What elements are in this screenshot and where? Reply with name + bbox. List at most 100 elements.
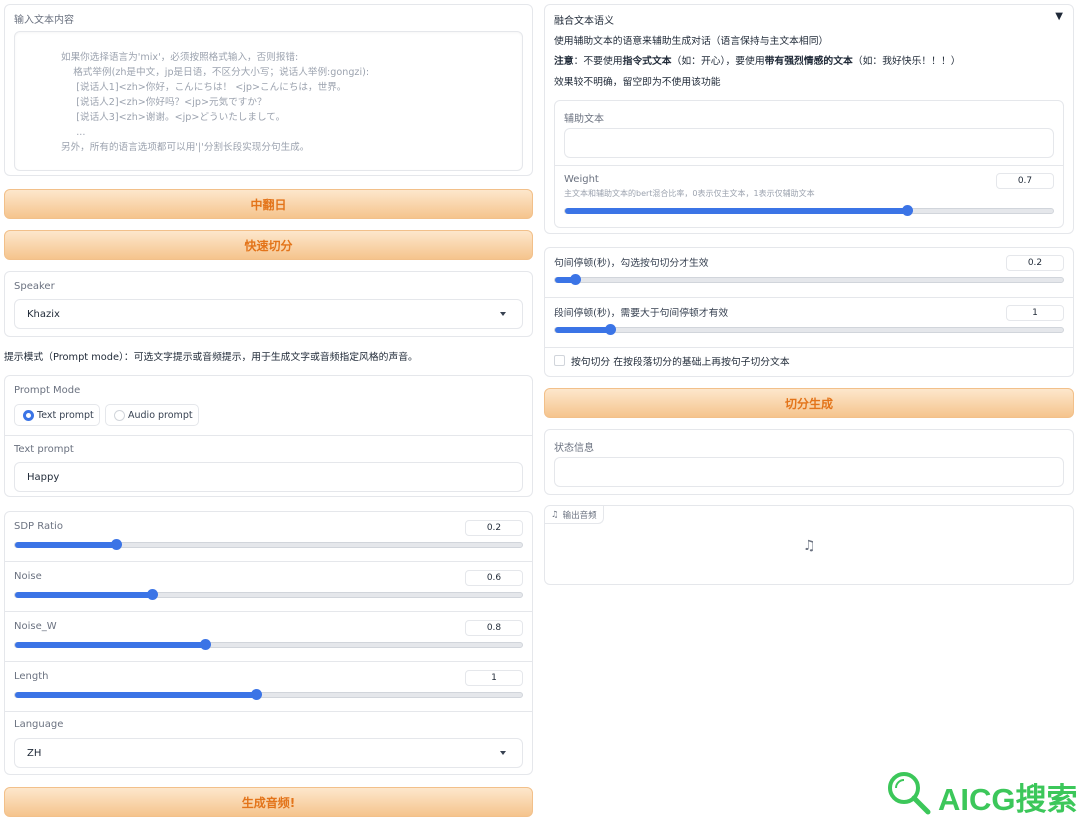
radio-unselected-icon [114,410,125,421]
aux-inner-block: 辅助文本 Weight 主文本和辅助文本的bert混合比率，0表示仅主文本，1表… [554,100,1064,228]
status-output [554,457,1064,487]
translate-button[interactable]: 中翻日 [4,189,533,219]
para-pause-thumb[interactable] [604,324,616,335]
status-label: 状态信息 [554,443,594,454]
speaker-value: Khazix [27,309,60,320]
split-generate-button[interactable]: 切分生成 [544,388,1074,418]
radio-audio-prompt-label: Audio prompt [128,409,193,421]
slider-fill [15,642,206,648]
input-text-area[interactable]: 如果你选择语言为'mix'，必须按照格式输入，否则报错: 格式举例(zh是中文，… [14,31,523,171]
placeholder-line: 格式举例(zh是中文，jp是日语，不区分大小写；说话人举例:gongzi): [61,67,370,78]
language-value: ZH [27,748,42,759]
weight-slider-thumb[interactable] [901,205,913,216]
input-text-label: 输入文本内容 [14,15,74,26]
quick-split-button[interactable]: 快速切分 [4,230,533,260]
para-pause-number[interactable]: 1 [1006,305,1064,321]
divider [5,661,532,662]
split-sentence-checkbox[interactable] [554,355,565,366]
input-text-placeholder: 如果你选择语言为'mix'，必须按照格式输入，否则报错: 格式举例(zh是中文，… [61,50,369,155]
fusion-accordion: 融合文本语义 ▼ 使用辅助文本的语意来辅助生成对话（语言保持与主文本相同） 注意… [544,4,1074,234]
slider-number[interactable]: 1 [465,670,523,686]
chevron-down-icon [500,312,506,316]
para-pause-fill [555,327,610,333]
para-pause-label: 段间停顿(秒)，需要大于句间停顿才有效 [554,308,729,319]
sentence-pause-thumb[interactable] [570,274,582,285]
watermark-text: AICG搜索 [938,782,1078,817]
slider-thumb[interactable] [146,589,158,600]
language-label: Language [14,719,64,730]
aux-text-input[interactable] [564,128,1054,158]
music-note-icon: ♫ [551,509,559,520]
placeholder-line: 另外，所有的语言选项都可以用'|'分割长段实现分句生成。 [61,142,310,153]
accordion-toggle-icon[interactable]: ▼ [1055,11,1063,22]
sentence-pause-slider[interactable] [554,274,1064,285]
watermark-logo: AICG搜索 [884,766,1078,822]
desc-text: （如：我好快乐！！！） [852,56,961,67]
slider-thumb[interactable] [111,539,123,550]
slider-thumb[interactable] [250,689,262,700]
slider-number[interactable]: 0.6 [465,570,523,586]
divider [5,611,532,612]
text-prompt-input[interactable]: Happy [14,462,523,492]
slider-label: SDP Ratio [14,521,63,532]
aux-text-label: 辅助文本 [564,114,604,125]
sentence-pause-number[interactable]: 0.2 [1006,255,1064,271]
chevron-down-icon [500,751,506,755]
speaker-dropdown[interactable]: Khazix [14,299,523,329]
slider-track[interactable] [14,639,523,650]
slider-track[interactable] [14,689,523,700]
radio-text-prompt[interactable]: Text prompt [14,404,100,426]
weight-number[interactable]: 0.7 [996,173,1054,189]
slider-thumb[interactable] [200,639,212,650]
prompt-mode-hint: 提示模式（Prompt mode）：可选文字提示或音频提示，用于生成文字或音频指… [4,352,418,363]
desc-line-2: 注意：不要使用指令式文本（如：开心），要使用带有强烈情感的文本（如：我好快乐！！… [554,53,961,67]
prompt-mode-block: Prompt Mode Text prompt Audio prompt Tex… [4,375,533,497]
language-dropdown[interactable]: ZH [14,738,523,768]
speaker-label: Speaker [14,281,55,292]
placeholder-line: 如果你选择语言为'mix'，必须按照格式输入，否则报错: [61,52,299,63]
slider-fill [15,692,256,698]
radio-text-prompt-label: Text prompt [37,409,94,421]
weight-slider[interactable] [564,205,1054,216]
sentence-pause-label: 句间停顿(秒)，勾选按句切分才生效 [554,258,709,269]
text-prompt-label: Text prompt [14,444,74,455]
speaker-block: Speaker Khazix [4,271,533,337]
placeholder-line: [说话人3]<zh>谢谢。<jp>どういたしまして。 [61,112,286,123]
slider-fill [15,592,152,598]
left-column: 输入文本内容 如果你选择语言为'mix'，必须按照格式输入，否则报错: 格式举例… [4,0,533,824]
prompt-mode-label: Prompt Mode [14,385,81,396]
music-note-icon: ♫ [803,538,816,554]
desc-bold: 指令式文本 [622,56,672,67]
divider [555,165,1063,166]
slider-track[interactable] [14,589,523,600]
sliders-block: Language ZH SDP Ratio 0.2 Noise 0.6 Noise_W 0… [4,511,533,775]
weight-desc: 主文本和辅助文本的bert混合比率，0表示仅主文本，1表示仅辅助文本 [564,189,815,198]
output-audio-label: 输出音频 [562,510,597,521]
generate-audio-button[interactable]: 生成音频! [4,787,533,817]
slider-number[interactable]: 0.2 [465,520,523,536]
desc-text: ：不要使用 [573,56,623,67]
slider-label: Noise [14,571,42,582]
output-audio-tag: ♫ 输出音频 [545,506,604,524]
desc-line-3: 效果较不明确，留空即为不使用该功能 [554,77,721,88]
slider-track[interactable] [14,539,523,550]
radio-audio-prompt[interactable]: Audio prompt [105,404,199,426]
divider [545,347,1073,348]
placeholder-line: [说话人2]<zh>你好吗？<jp>元気ですか？ [61,97,267,108]
input-text-block: 输入文本内容 如果你选择语言为'mix'，必须按照格式输入，否则报错: 格式举例… [4,4,533,176]
placeholder-line: ... [61,127,86,138]
weight-slider-fill [565,208,907,214]
slider-label: Noise_W [14,621,57,632]
accordion-title[interactable]: 融合文本语义 [554,12,614,27]
text-prompt-value: Happy [27,472,60,483]
slider-number[interactable]: 0.8 [465,620,523,636]
weight-label: Weight [564,174,599,185]
para-pause-slider[interactable] [554,324,1064,335]
slider-label: Length [14,671,49,682]
output-audio-block: ♫ 输出音频 ♫ [544,505,1074,585]
divider [545,297,1073,298]
right-column: 融合文本语义 ▼ 使用辅助文本的语意来辅助生成对话（语言保持与主文本相同） 注意… [544,0,1074,824]
divider [5,561,532,562]
desc-bold: 带有强烈情感的文本 [764,56,853,67]
slider-fill [15,542,117,548]
